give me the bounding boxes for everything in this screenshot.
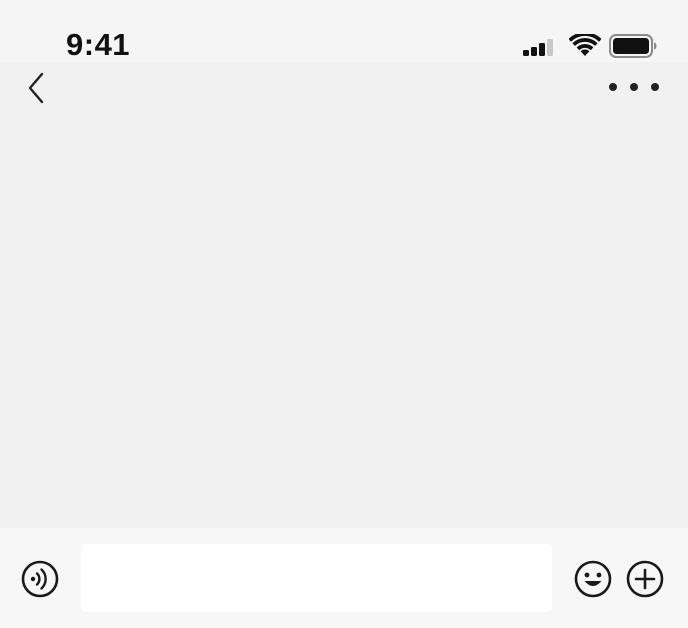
cellular-signal-icon: [523, 39, 553, 56]
emoji-button[interactable]: [573, 559, 613, 599]
emoji-icon: [574, 560, 612, 598]
status-time: 9:41: [66, 27, 131, 62]
back-button[interactable]: [18, 70, 54, 106]
more-options-button[interactable]: [602, 72, 668, 102]
wifi-icon: [569, 34, 601, 56]
status-bar: 9:41: [0, 0, 688, 62]
chat-message-area[interactable]: [0, 116, 688, 528]
more-actions-button[interactable]: [625, 559, 665, 599]
message-input[interactable]: [81, 544, 552, 612]
plus-circle-icon: [626, 560, 664, 598]
chevron-left-icon: [28, 72, 44, 104]
voice-input-button[interactable]: [20, 559, 60, 599]
voice-icon: [21, 560, 59, 598]
battery-icon: [609, 34, 657, 58]
input-bar: [0, 528, 688, 628]
chat-screen: 9:41: [0, 0, 688, 628]
more-dots-icon: [609, 83, 659, 91]
nav-bar: [0, 62, 688, 116]
